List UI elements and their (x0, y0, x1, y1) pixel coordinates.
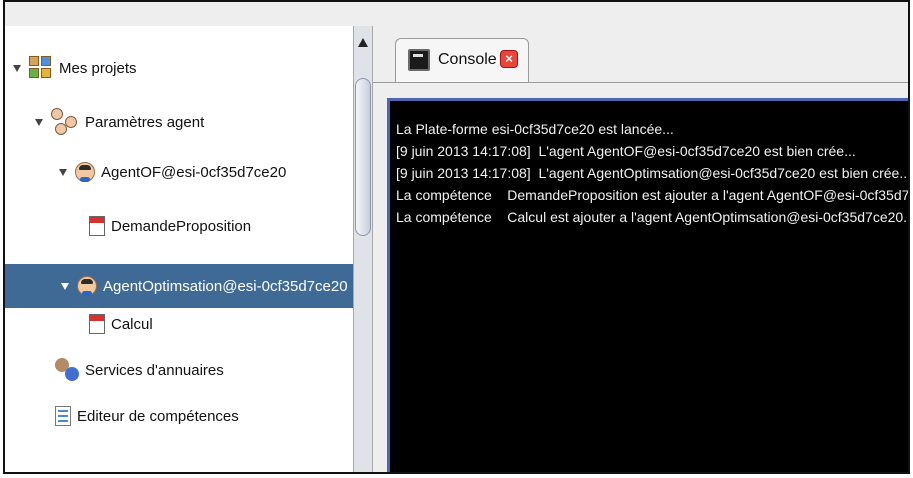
expand-toggle[interactable] (35, 118, 43, 126)
console-output[interactable]: La Plate-forme esi-0cf35d7ce20 est lancé… (387, 98, 908, 472)
editor-icon (55, 406, 71, 426)
tree-item-demandeproposition[interactable]: DemandeProposition (89, 212, 251, 240)
tab-label: Console (438, 51, 497, 68)
agents-group-icon (51, 108, 79, 136)
services-icon (55, 358, 79, 382)
projects-icon (29, 56, 53, 80)
console-line: La compétence DemandeProposition est ajo… (396, 187, 908, 203)
agent-icon (77, 276, 97, 296)
tree-item-label: AgentOptimsation@esi-0cf35d7ce20 (103, 277, 348, 295)
tree-item-agentoptimsation[interactable]: AgentOptimsation@esi-0cf35d7ce20 (5, 264, 353, 308)
console-line: [9 juin 2013 14:17:08] L'agent AgentOF@e… (396, 143, 856, 159)
app-window: Mes projets Paramètres agent AgentOF@esi… (3, 0, 910, 474)
tree-item-label: Calcul (111, 315, 153, 333)
console-line: La Plate-forme esi-0cf35d7ce20 est lancé… (396, 121, 674, 137)
expand-toggle[interactable] (13, 64, 21, 72)
scroll-up-arrow-icon[interactable] (358, 38, 368, 47)
agent-icon (75, 162, 95, 182)
tree-item-label: DemandeProposition (111, 217, 252, 235)
tree-item-label: Services d'annuaires (85, 361, 224, 379)
console-line: [9 juin 2013 14:17:08] L'agent AgentOpti… (396, 165, 908, 181)
tree-item-label: AgentOF@esi-0cf35d7ce20 (101, 163, 287, 181)
expand-toggle[interactable] (59, 168, 67, 176)
tree-scrollbar[interactable] (353, 26, 373, 472)
console-tab[interactable]: Console × (395, 38, 529, 82)
tab-divider (373, 82, 908, 83)
tree-item-label: Paramètres agent (85, 113, 205, 131)
scroll-thumb[interactable] (355, 78, 371, 236)
tree-item-editeur-competences[interactable]: Editeur de compétences (55, 402, 239, 430)
console-area: Console × La Plate-forme esi-0cf35d7ce20… (373, 26, 908, 472)
tree-item-mes-projets[interactable]: Mes projets (13, 54, 137, 82)
tree-item-services-annuaires[interactable]: Services d'annuaires (55, 356, 224, 384)
project-tree-panel: Mes projets Paramètres agent AgentOF@esi… (5, 26, 354, 472)
top-bar (5, 2, 908, 27)
tree-item-parametres-agent[interactable]: Paramètres agent (35, 108, 204, 136)
close-icon[interactable]: × (500, 50, 518, 68)
tree-item-label: Mes projets (59, 59, 137, 77)
tree-item-calcul[interactable]: Calcul (89, 310, 153, 338)
tree-item-agentof[interactable]: AgentOF@esi-0cf35d7ce20 (59, 158, 286, 186)
document-icon (89, 314, 105, 334)
document-icon (89, 216, 105, 236)
tree-item-label: Editeur de compétences (77, 407, 239, 425)
expand-toggle[interactable] (61, 282, 69, 290)
console-line: La compétence Calcul est ajouter a l'age… (396, 209, 908, 225)
console-icon (408, 49, 430, 71)
